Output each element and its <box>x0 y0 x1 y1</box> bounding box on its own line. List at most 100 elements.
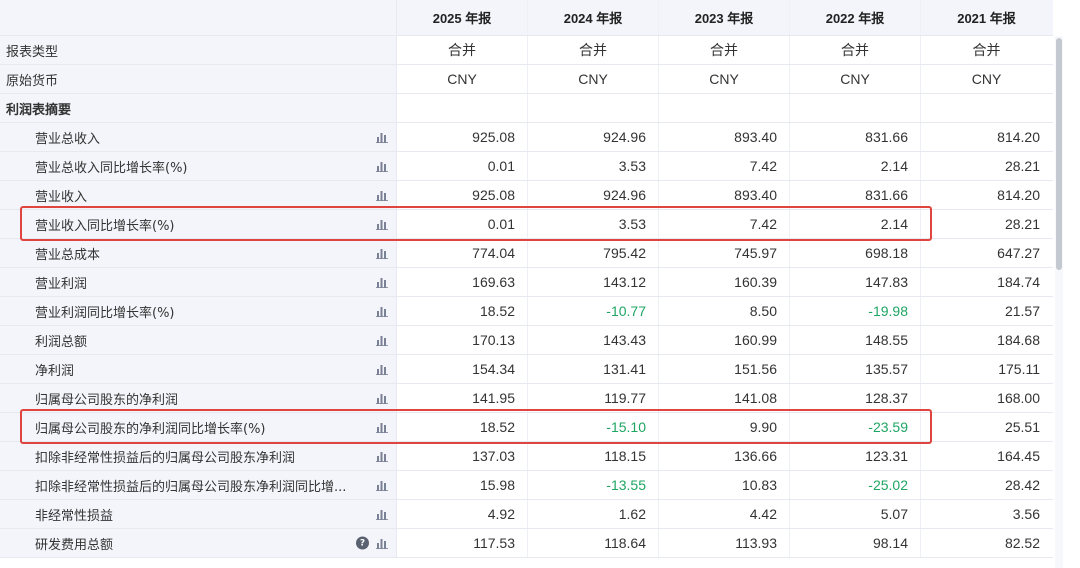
value-cell: 28.21 <box>1004 158 1040 174</box>
value-cell: -10.77 <box>528 297 659 325</box>
value-cell: 5.07 <box>790 500 921 528</box>
table-row: 净利润 154.34 131.41 151.56 135.57 175.11 <box>0 355 1053 384</box>
bar-chart-icon[interactable] <box>376 508 388 520</box>
value-cell: 698.18 <box>790 239 921 267</box>
value-cell: 831.66 <box>790 181 921 209</box>
value-cell: 0.01 <box>397 210 528 238</box>
table-row: 营业总收入 925.08 924.96 893.40 831.66 814.20 <box>0 123 1053 152</box>
value-cell: -13.55 <box>528 471 659 499</box>
year-header[interactable]: 2024 年报 <box>528 0 659 35</box>
meta-row: 原始货币 CNY CNY CNY CNY CNY <box>0 65 1053 94</box>
meta-value-cell: 合并 <box>972 42 1001 58</box>
value-cell: 8.50 <box>659 297 790 325</box>
row-label-cell: 扣除非经常性损益后的归属母公司股东净利润 <box>0 442 397 470</box>
table-row: 营业收入 925.08 924.96 893.40 831.66 814.20 <box>0 181 1053 210</box>
year-header[interactable]: 2021 年报 <box>921 0 1052 35</box>
table-row: 扣除非经常性损益后的归属母公司股东净利润 137.03 118.15 136.66 12… <box>0 442 1053 471</box>
row-label-cell: 营业利润 <box>0 268 397 296</box>
value-cell: 10.83 <box>659 471 790 499</box>
bar-chart-icon[interactable] <box>376 218 388 230</box>
bar-chart-icon[interactable] <box>376 131 388 143</box>
value-cell: 136.66 <box>659 442 790 470</box>
empty-cell <box>921 94 1052 122</box>
value-cell: 4.42 <box>659 500 790 528</box>
value-cell: 154.34 <box>397 355 528 383</box>
table-row: 归属母公司股东的净利润同比增长率(%) 18.52 -15.10 9.90 -23.59… <box>0 413 1053 442</box>
value-cell: 160.39 <box>659 268 790 296</box>
value-cell: 7.42 <box>659 210 790 238</box>
bar-chart-icon[interactable] <box>376 537 388 549</box>
meta-value-cell: 合并 <box>528 36 659 64</box>
year-header[interactable]: 2022 年报 <box>790 0 921 35</box>
value-cell: 169.63 <box>397 268 528 296</box>
row-label: 营业收入 <box>35 189 88 205</box>
value-cell: 131.41 <box>528 355 659 383</box>
bar-chart-icon[interactable] <box>376 479 388 491</box>
row-label-cell: 归属母公司股东的净利润同比增长率(%) <box>0 413 397 441</box>
value-cell: 137.03 <box>397 442 528 470</box>
bar-chart-icon[interactable] <box>376 363 388 375</box>
table-row: 营业总成本 774.04 795.42 745.97 698.18 647.27 <box>0 239 1053 268</box>
value-cell: 141.08 <box>659 384 790 412</box>
bar-chart-icon[interactable] <box>376 160 388 172</box>
value-cell: 893.40 <box>659 181 790 209</box>
row-label: 非经常性损益 <box>35 508 114 524</box>
value-cell: 0.01 <box>397 152 528 180</box>
value-cell: 2.14 <box>790 152 921 180</box>
row-label: 营业总收入 <box>35 131 101 147</box>
value-cell: 128.37 <box>790 384 921 412</box>
bar-chart-icon[interactable] <box>376 450 388 462</box>
row-label: 营业总收入同比增长率(%) <box>35 160 188 176</box>
table-row: 营业利润同比增长率(%) 18.52 -10.77 8.50 -19.98 21.57 <box>0 297 1053 326</box>
row-label-cell: 利润总额 <box>0 326 397 354</box>
value-cell: 21.57 <box>1004 303 1040 319</box>
row-label-cell: 营业总成本 <box>0 239 397 267</box>
meta-row: 报表类型 合并 合并 合并 合并 合并 <box>0 36 1053 65</box>
row-label-cell: 营业总收入同比增长率(%) <box>0 152 397 180</box>
section-row: 利润表摘要 <box>0 94 1053 123</box>
meta-value-cell: 合并 <box>659 36 790 64</box>
help-icon[interactable]: ? <box>356 536 369 550</box>
value-cell: 135.57 <box>790 355 921 383</box>
row-label: 营业利润同比增长率(%) <box>35 305 175 321</box>
meta-value-cell: CNY <box>971 71 1002 87</box>
value-cell: 160.99 <box>659 326 790 354</box>
bar-chart-icon[interactable] <box>376 189 388 201</box>
bar-chart-icon[interactable] <box>376 334 388 346</box>
value-cell: -23.59 <box>790 413 921 441</box>
meta-value-cell: CNY <box>397 65 528 93</box>
bar-chart-icon[interactable] <box>376 421 388 433</box>
table-row: 非经常性损益 4.92 1.62 4.42 5.07 3.56 <box>0 500 1053 529</box>
value-cell: 924.96 <box>528 123 659 151</box>
row-label: 研发费用总额 <box>35 537 114 553</box>
value-cell: 893.40 <box>659 123 790 151</box>
value-cell: 9.90 <box>659 413 790 441</box>
value-cell: 814.20 <box>997 187 1040 203</box>
row-label: 营业收入同比增长率(%) <box>35 218 175 234</box>
value-cell: 98.14 <box>790 529 921 557</box>
value-cell: -19.98 <box>790 297 921 325</box>
bar-chart-icon[interactable] <box>376 305 388 317</box>
row-label-cell: 营业利润同比增长率(%) <box>0 297 397 325</box>
table-row: 归属母公司股东的净利润 141.95 119.77 141.08 128.37 168.0… <box>0 384 1053 413</box>
table-row: 营业利润 169.63 143.12 160.39 147.83 184.74 <box>0 268 1053 297</box>
value-cell: 28.21 <box>1004 216 1040 232</box>
value-cell: -25.02 <box>790 471 921 499</box>
year-header[interactable]: 2023 年报 <box>659 0 790 35</box>
meta-label-cell: 报表类型 <box>0 36 397 64</box>
table-row: 扣除非经常性损益后的归属母公司股东净利润同比增... 15.98 -13.55 10.… <box>0 471 1053 500</box>
bar-chart-icon[interactable] <box>376 247 388 259</box>
value-cell: 164.45 <box>997 448 1040 464</box>
value-cell: 119.77 <box>528 384 659 412</box>
empty-cell <box>790 94 921 122</box>
value-cell: 148.55 <box>790 326 921 354</box>
value-cell: 184.68 <box>997 332 1040 348</box>
value-cell: 117.53 <box>397 529 528 557</box>
bar-chart-icon[interactable] <box>376 392 388 404</box>
value-cell: -15.10 <box>528 413 659 441</box>
row-label-cell: 营业总收入 <box>0 123 397 151</box>
vertical-scrollbar-thumb[interactable] <box>1056 38 1062 270</box>
bar-chart-icon[interactable] <box>376 276 388 288</box>
row-label-cell: 扣除非经常性损益后的归属母公司股东净利润同比增... <box>0 471 397 499</box>
year-header[interactable]: 2025 年报 <box>397 0 528 35</box>
